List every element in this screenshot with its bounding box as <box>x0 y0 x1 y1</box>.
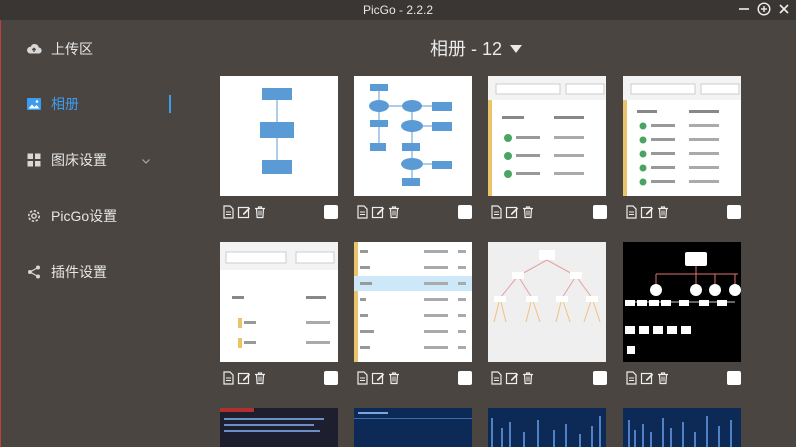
title-bar: PicGo - 2.2.2 <box>0 0 796 20</box>
sidebar-item-label: 图床设置 <box>51 152 107 168</box>
image-actions <box>221 371 267 385</box>
image-thumbnail[interactable] <box>220 76 338 196</box>
image-actions <box>221 205 267 219</box>
album-title-dropdown[interactable]: 相册 - 12 <box>430 35 523 61</box>
trash-icon[interactable] <box>387 371 401 385</box>
image-actions <box>624 205 670 219</box>
select-checkbox[interactable] <box>593 205 607 219</box>
trash-icon[interactable] <box>656 371 670 385</box>
window-title: PicGo - 2.2.2 <box>362 3 434 17</box>
trash-icon[interactable] <box>253 205 267 219</box>
trash-icon[interactable] <box>253 371 267 385</box>
image-thumbnail[interactable] <box>623 242 741 362</box>
active-indicator <box>169 95 171 113</box>
select-checkbox[interactable] <box>324 371 338 385</box>
image-thumbnail[interactable] <box>488 242 606 362</box>
image-thumbnail[interactable] <box>354 242 472 362</box>
share-icon <box>26 264 42 280</box>
sidebar-item-upload[interactable]: 上传区 <box>1 31 181 67</box>
image-actions <box>355 205 401 219</box>
album-title: 相册 - 12 <box>430 39 503 59</box>
trash-icon[interactable] <box>521 205 535 219</box>
trash-icon[interactable] <box>521 371 535 385</box>
document-icon[interactable] <box>355 371 369 385</box>
image-actions <box>355 371 401 385</box>
sidebar-item-label: PicGo设置 <box>51 208 118 224</box>
image-thumbnail[interactable] <box>354 408 472 447</box>
sidebar-item-plugin-settings[interactable]: 插件设置 <box>1 254 181 290</box>
document-icon[interactable] <box>489 371 503 385</box>
image-actions <box>489 205 535 219</box>
close-icon[interactable] <box>776 1 792 17</box>
sidebar-item-album[interactable]: 相册 <box>1 86 181 122</box>
image-icon <box>26 96 42 112</box>
edit-icon[interactable] <box>371 205 385 219</box>
edit-icon[interactable] <box>505 371 519 385</box>
select-checkbox[interactable] <box>727 371 741 385</box>
select-checkbox[interactable] <box>324 205 338 219</box>
document-icon[interactable] <box>355 205 369 219</box>
window-controls <box>736 1 792 17</box>
trash-icon[interactable] <box>656 205 670 219</box>
sidebar: 上传区 相册 图床设置 PicGo设置 插件设置 i <box>0 20 190 447</box>
image-actions <box>624 371 670 385</box>
document-icon[interactable] <box>221 205 235 219</box>
image-thumbnail[interactable] <box>220 242 338 362</box>
image-thumbnail[interactable] <box>220 408 338 447</box>
image-actions <box>489 371 535 385</box>
image-thumbnail[interactable] <box>488 408 606 447</box>
sidebar-item-picgo-settings[interactable]: PicGo设置 <box>1 198 181 234</box>
caret-down-icon <box>510 45 523 53</box>
grid-icon <box>26 152 42 168</box>
edit-icon[interactable] <box>505 205 519 219</box>
sidebar-item-label: 上传区 <box>51 41 93 57</box>
trash-icon[interactable] <box>387 205 401 219</box>
gear-icon <box>26 208 42 224</box>
edit-icon[interactable] <box>371 371 385 385</box>
image-thumbnail[interactable] <box>623 408 741 447</box>
edit-icon[interactable] <box>237 205 251 219</box>
sidebar-item-label: 相册 <box>51 96 79 112</box>
maximize-icon[interactable] <box>756 1 772 17</box>
select-checkbox[interactable] <box>458 205 472 219</box>
image-thumbnail[interactable] <box>354 76 472 196</box>
cloud-upload-icon <box>26 41 42 57</box>
sidebar-item-label: 插件设置 <box>51 264 107 280</box>
document-icon[interactable] <box>489 205 503 219</box>
document-icon[interactable] <box>624 371 638 385</box>
edit-icon[interactable] <box>237 371 251 385</box>
select-checkbox[interactable] <box>458 371 472 385</box>
image-thumbnail[interactable] <box>623 76 741 196</box>
edit-icon[interactable] <box>640 205 654 219</box>
minimize-icon[interactable] <box>736 1 752 17</box>
edit-icon[interactable] <box>640 371 654 385</box>
document-icon[interactable] <box>221 371 235 385</box>
sidebar-item-picbed-settings[interactable]: 图床设置 <box>1 142 181 178</box>
image-thumbnail[interactable] <box>488 76 606 196</box>
document-icon[interactable] <box>624 205 638 219</box>
select-checkbox[interactable] <box>593 371 607 385</box>
select-checkbox[interactable] <box>727 205 741 219</box>
chevron-down-icon <box>141 153 151 164</box>
